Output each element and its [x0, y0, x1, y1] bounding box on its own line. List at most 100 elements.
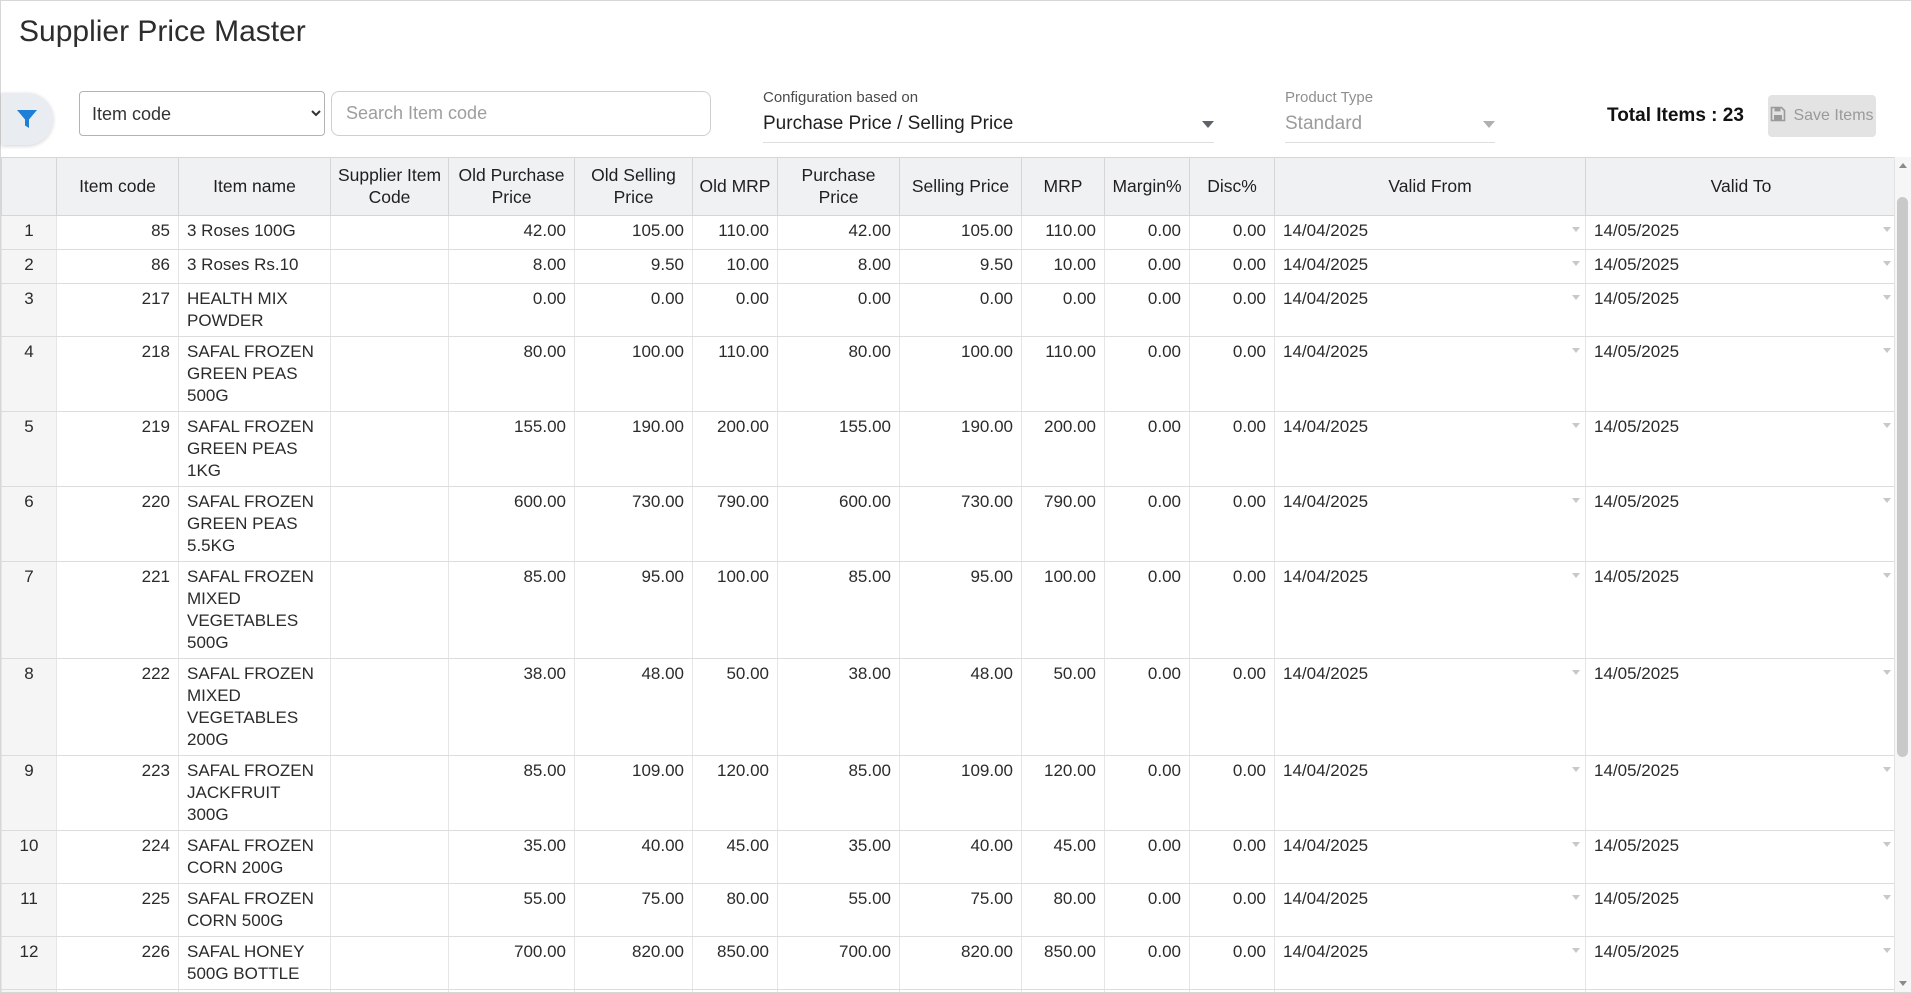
supplier-item-code-cell[interactable] — [331, 216, 449, 250]
supplier-item-code-cell[interactable] — [331, 337, 449, 412]
valid-to-cell[interactable]: 14/05/2025 — [1586, 487, 1895, 562]
calendar-dropdown-icon[interactable] — [1883, 423, 1891, 428]
selling-price-cell[interactable]: 730.00 — [900, 487, 1022, 562]
calendar-dropdown-icon[interactable] — [1572, 295, 1580, 300]
selling-price-cell[interactable]: 95.00 — [900, 562, 1022, 659]
disc-cell[interactable]: 0.00 — [1190, 216, 1275, 250]
selling-price-cell[interactable]: 75.00 — [900, 884, 1022, 937]
mrp-cell[interactable]: 200.00 — [1022, 412, 1105, 487]
supplier-item-code-cell[interactable] — [331, 562, 449, 659]
purchase-price-cell[interactable]: 85.00 — [778, 562, 900, 659]
selling-price-cell[interactable]: 420.00 — [900, 990, 1022, 993]
calendar-dropdown-icon[interactable] — [1883, 670, 1891, 675]
mrp-cell[interactable]: 10.00 — [1022, 250, 1105, 284]
valid-from-cell[interactable]: 14/04/2025 — [1275, 884, 1586, 937]
selling-price-cell[interactable]: 109.00 — [900, 756, 1022, 831]
selling-price-cell[interactable]: 0.00 — [900, 284, 1022, 337]
purchase-price-cell[interactable]: 55.00 — [778, 884, 900, 937]
purchase-price-cell[interactable]: 35.00 — [778, 831, 900, 884]
purchase-price-cell[interactable]: 42.00 — [778, 216, 900, 250]
valid-to-cell[interactable]: 14/05/2025 — [1586, 250, 1895, 284]
supplier-item-code-cell[interactable] — [331, 412, 449, 487]
valid-from-cell[interactable]: 14/04/2025 — [1275, 756, 1586, 831]
calendar-dropdown-icon[interactable] — [1883, 948, 1891, 953]
old-purchase-price-header[interactable]: Old Purchase Price — [449, 158, 575, 216]
old-selling-price-header[interactable]: Old Selling Price — [575, 158, 693, 216]
selling-price-cell[interactable]: 40.00 — [900, 831, 1022, 884]
purchase-price-cell[interactable]: 8.00 — [778, 250, 900, 284]
valid-to-cell[interactable]: 14/05/2025 — [1586, 216, 1895, 250]
purchase-price-cell[interactable]: 0.00 — [778, 284, 900, 337]
disc-cell[interactable]: 0.00 — [1190, 562, 1275, 659]
valid-from-cell[interactable]: 14/04/2025 — [1275, 990, 1586, 993]
selling-price-cell[interactable]: 105.00 — [900, 216, 1022, 250]
calendar-dropdown-icon[interactable] — [1883, 348, 1891, 353]
calendar-dropdown-icon[interactable] — [1572, 948, 1580, 953]
disc-cell[interactable]: 0.00 — [1190, 756, 1275, 831]
vertical-scrollbar[interactable] — [1894, 157, 1911, 992]
valid-from-cell[interactable]: 14/04/2025 — [1275, 337, 1586, 412]
configuration-select[interactable]: Purchase Price / Selling Price — [763, 113, 1214, 143]
disc-cell[interactable]: 0.00 — [1190, 250, 1275, 284]
disc-cell[interactable]: 0.00 — [1190, 884, 1275, 937]
valid-to-cell[interactable]: 14/05/2025 — [1586, 831, 1895, 884]
calendar-dropdown-icon[interactable] — [1572, 261, 1580, 266]
supplier-item-code-cell[interactable] — [331, 990, 449, 993]
valid-to-cell[interactable]: 14/05/2025 — [1586, 884, 1895, 937]
mrp-cell[interactable]: 120.00 — [1022, 756, 1105, 831]
disc-cell[interactable]: 0.00 — [1190, 937, 1275, 990]
calendar-dropdown-icon[interactable] — [1883, 295, 1891, 300]
valid-to-cell[interactable]: 14/05/2025 — [1586, 562, 1895, 659]
purchase-price-cell[interactable]: 38.00 — [778, 659, 900, 756]
item-code-header[interactable]: Item code — [57, 158, 179, 216]
calendar-dropdown-icon[interactable] — [1572, 895, 1580, 900]
scroll-up-icon[interactable] — [1895, 157, 1911, 174]
purchase-price-cell[interactable]: 700.00 — [778, 937, 900, 990]
purchase-price-header[interactable]: Purchase Price — [778, 158, 900, 216]
valid-from-cell[interactable]: 14/04/2025 — [1275, 216, 1586, 250]
filter-button[interactable] — [1, 93, 53, 145]
filter-field-select[interactable]: Item code — [79, 91, 325, 136]
disc-cell[interactable]: 0.00 — [1190, 659, 1275, 756]
calendar-dropdown-icon[interactable] — [1883, 895, 1891, 900]
mrp-cell[interactable]: 110.00 — [1022, 337, 1105, 412]
valid-from-cell[interactable]: 14/04/2025 — [1275, 562, 1586, 659]
mrp-cell[interactable]: 0.00 — [1022, 284, 1105, 337]
disc-cell[interactable]: 0.00 — [1190, 831, 1275, 884]
purchase-price-cell[interactable]: 85.00 — [778, 756, 900, 831]
disc-header[interactable]: Disc% — [1190, 158, 1275, 216]
mrp-cell[interactable]: 100.00 — [1022, 562, 1105, 659]
calendar-dropdown-icon[interactable] — [1883, 573, 1891, 578]
disc-cell[interactable]: 0.00 — [1190, 990, 1275, 993]
disc-cell[interactable]: 0.00 — [1190, 284, 1275, 337]
calendar-dropdown-icon[interactable] — [1572, 498, 1580, 503]
valid-to-cell[interactable]: 14/05/2025 — [1586, 659, 1895, 756]
selling-price-cell[interactable]: 48.00 — [900, 659, 1022, 756]
calendar-dropdown-icon[interactable] — [1572, 670, 1580, 675]
purchase-price-cell[interactable]: 80.00 — [778, 337, 900, 412]
mrp-cell[interactable]: 50.00 — [1022, 659, 1105, 756]
valid-from-header[interactable]: Valid From — [1275, 158, 1586, 216]
old-mrp-header[interactable]: Old MRP — [693, 158, 778, 216]
calendar-dropdown-icon[interactable] — [1883, 842, 1891, 847]
disc-cell[interactable]: 0.00 — [1190, 337, 1275, 412]
selling-price-cell[interactable]: 190.00 — [900, 412, 1022, 487]
scroll-down-icon[interactable] — [1895, 975, 1911, 992]
valid-from-cell[interactable]: 14/04/2025 — [1275, 250, 1586, 284]
valid-from-cell[interactable]: 14/04/2025 — [1275, 937, 1586, 990]
calendar-dropdown-icon[interactable] — [1572, 842, 1580, 847]
calendar-dropdown-icon[interactable] — [1572, 573, 1580, 578]
purchase-price-cell[interactable]: 155.00 — [778, 412, 900, 487]
calendar-dropdown-icon[interactable] — [1572, 423, 1580, 428]
valid-to-cell[interactable]: 14/05/2025 — [1586, 337, 1895, 412]
selling-price-cell[interactable]: 100.00 — [900, 337, 1022, 412]
supplier-item-code-cell[interactable] — [331, 937, 449, 990]
valid-to-cell[interactable]: 14/05/2025 — [1586, 412, 1895, 487]
supplier-item-code-cell[interactable] — [331, 756, 449, 831]
calendar-dropdown-icon[interactable] — [1572, 227, 1580, 232]
calendar-dropdown-icon[interactable] — [1883, 227, 1891, 232]
save-items-button[interactable]: Save Items — [1768, 95, 1876, 137]
supplier-item-code-cell[interactable] — [331, 250, 449, 284]
calendar-dropdown-icon[interactable] — [1572, 348, 1580, 353]
mrp-cell[interactable]: 790.00 — [1022, 487, 1105, 562]
